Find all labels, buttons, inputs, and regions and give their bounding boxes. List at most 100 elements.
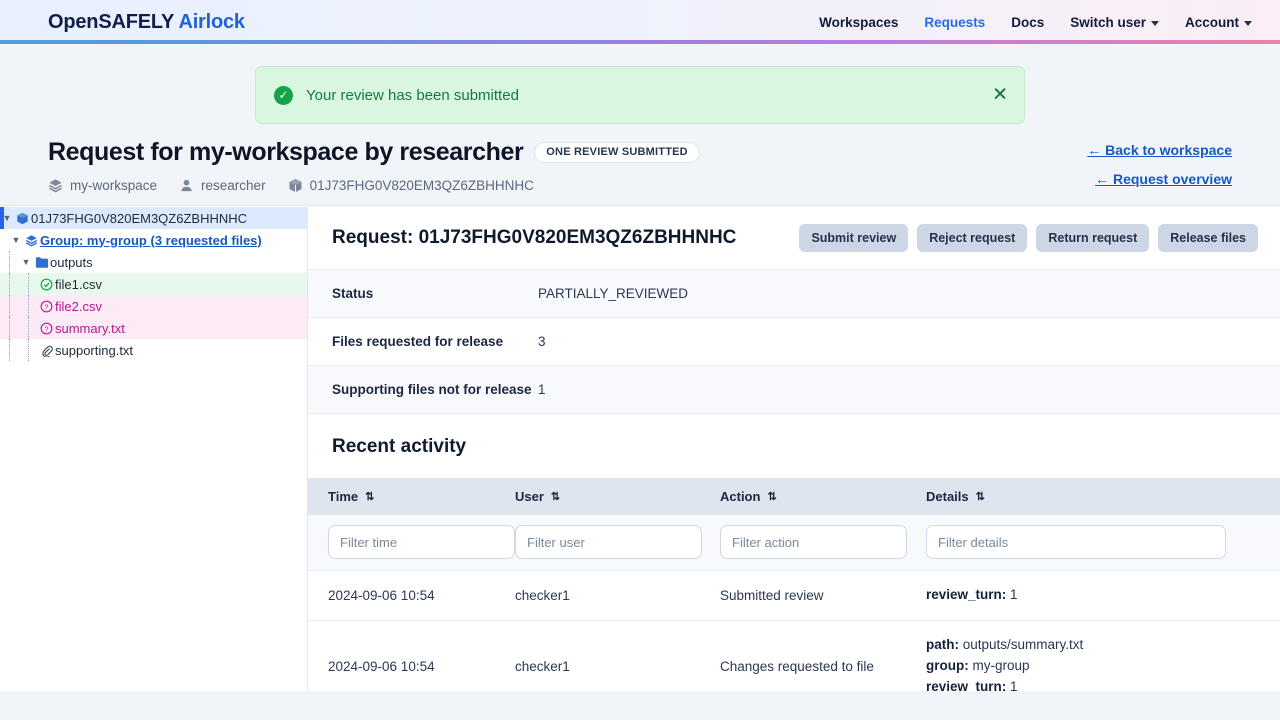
tree-node-group[interactable]: ▼ Group: my-group (3 requested files) — [0, 229, 307, 251]
activity-details: review_turn: 1 — [926, 571, 1280, 621]
tree-node-folder[interactable]: ▼ outputs — [0, 251, 307, 273]
sort-icon[interactable]: ⇅ — [551, 490, 560, 503]
filter-time-input[interactable] — [328, 525, 515, 559]
filter-details-input[interactable] — [926, 525, 1226, 559]
toast-message: Your review has been submitted — [306, 86, 519, 104]
check-circle-icon — [38, 278, 55, 291]
back-to-workspace-link[interactable]: ← Back to workspace — [1087, 142, 1232, 158]
table-row: 2024-09-06 10:54 checker1 Submitted revi… — [308, 570, 1280, 621]
nav-switch-user-label: Switch user — [1070, 14, 1146, 30]
column-header-action[interactable]: Action ⇅ — [720, 478, 926, 515]
activity-table: Time ⇅ User ⇅ Action ⇅ Details ⇅ Filter … — [308, 478, 1280, 691]
brand-airlock: Airlock — [178, 10, 245, 33]
title-row: Request for my-workspace by researcher O… — [48, 138, 1087, 167]
nav-docs[interactable]: Docs — [1011, 15, 1044, 30]
chevron-down-icon[interactable]: ▼ — [19, 257, 33, 267]
folder-icon — [33, 256, 50, 269]
meta-author-label: researcher — [201, 178, 266, 193]
table-row: Files requested for release 3 — [308, 317, 1280, 366]
tree-node-file1[interactable]: file1.csv — [0, 273, 307, 295]
recent-activity-title: Recent activity — [308, 414, 1280, 478]
detail-value-files-requested: 3 — [538, 334, 546, 349]
nav-workspaces[interactable]: Workspaces — [819, 15, 898, 30]
brand-opensafely: OpenSAFELY — [48, 10, 174, 33]
detail-key-supporting-files: Supporting files not for release — [332, 382, 532, 397]
column-header-time-label: Time — [328, 489, 359, 504]
question-circle-icon: ? — [38, 322, 55, 335]
paperclip-icon — [38, 344, 55, 357]
tree-file-label: summary.txt — [55, 320, 125, 336]
detail-value-supporting-files: 1 — [538, 382, 546, 397]
request-overview-link[interactable]: ← Request overview — [1095, 171, 1232, 187]
check-circle-icon: ✓ — [274, 85, 293, 105]
layers-icon — [23, 234, 40, 247]
tree-guide-line — [9, 339, 10, 361]
activity-table-header: Time ⇅ User ⇅ Action ⇅ Details ⇅ — [308, 478, 1280, 515]
tree-guide-line — [9, 295, 10, 317]
chevron-down-icon[interactable]: ▼ — [9, 235, 23, 245]
chevron-down-icon[interactable]: ▼ — [0, 213, 14, 223]
status-badge: ONE REVIEW SUBMITTED — [534, 142, 700, 163]
question-circle-icon: ? — [38, 300, 55, 313]
return-request-button[interactable]: Return request — [1036, 224, 1150, 252]
request-details-table: Status PARTIALLY_REVIEWED Files requeste… — [308, 270, 1280, 414]
detail-line: group: my-group — [926, 656, 1280, 677]
chevron-down-icon — [1244, 20, 1252, 26]
reject-request-button[interactable]: Reject request — [917, 224, 1028, 252]
app-logo[interactable]: OpenSAFELY Airlock — [48, 11, 245, 34]
tree-guide-line — [28, 273, 29, 295]
detail-line: review_turn: 1 — [926, 585, 1280, 606]
tree-group-label[interactable]: Group: my-group (3 requested files) — [40, 233, 262, 248]
filter-cell-details — [926, 515, 1280, 571]
tree-guide-line — [28, 317, 29, 339]
tree-guide-line — [9, 317, 10, 339]
nav-switch-user[interactable]: Switch user — [1070, 15, 1159, 30]
column-header-details[interactable]: Details ⇅ — [926, 478, 1280, 515]
activity-time: 2024-09-06 10:54 — [328, 587, 435, 603]
activity-details: path: outputs/summary.txt group: my-grou… — [926, 620, 1280, 691]
table-row: 2024-09-06 10:54 checker1 Changes reques… — [308, 620, 1280, 691]
filter-cell-time — [308, 515, 515, 571]
tree-node-root[interactable]: ▼ 01J73FHG0V820EM3QZ6ZBHHNHC — [0, 207, 307, 229]
detail-line: path: outputs/summary.txt — [926, 635, 1280, 656]
activity-table-body: 2024-09-06 10:54 checker1 Submitted revi… — [308, 515, 1280, 691]
page-title: Request for my-workspace by researcher — [48, 138, 524, 166]
activity-user: checker1 — [515, 587, 570, 603]
tree-node-summary[interactable]: ? summary.txt — [0, 317, 307, 339]
page-header-links: ← Back to workspace ← Request overview — [1087, 138, 1232, 187]
tree-guide-line — [28, 295, 29, 317]
column-header-details-label: Details — [926, 489, 969, 504]
meta-workspace-label: my-workspace — [70, 178, 158, 193]
submit-review-button[interactable]: Submit review — [799, 224, 909, 252]
nav-account[interactable]: Account — [1185, 15, 1252, 30]
column-header-time[interactable]: Time ⇅ — [308, 478, 515, 515]
filter-cell-action — [720, 515, 926, 571]
detail-line-key: review_turn: — [926, 678, 1007, 691]
tree-folder-label: outputs — [50, 254, 93, 270]
page-header: Request for my-workspace by researcher O… — [0, 124, 1280, 193]
column-header-user[interactable]: User ⇅ — [515, 478, 720, 515]
filter-user-input[interactable] — [515, 525, 702, 559]
tree-file-label: file1.csv — [55, 276, 102, 292]
detail-line-value: 1 — [1010, 678, 1018, 691]
file-tree-sidebar: ▼ 01J73FHG0V820EM3QZ6ZBHHNHC ▼ Group: my… — [0, 205, 308, 691]
tree-node-file2[interactable]: ? file2.csv — [0, 295, 307, 317]
detail-line-value: 1 — [1010, 587, 1018, 602]
meta-request-id-label: 01J73FHG0V820EM3QZ6ZBHHNHC — [309, 178, 534, 193]
sort-icon[interactable]: ⇅ — [767, 490, 776, 503]
tree-node-supporting[interactable]: supporting.txt — [0, 339, 307, 361]
sort-icon[interactable]: ⇅ — [365, 490, 374, 503]
tree-guide-line — [9, 273, 10, 295]
tree-file-label: file2.csv — [55, 298, 102, 314]
close-icon[interactable]: ✕ — [992, 86, 1008, 105]
meta-workspace: my-workspace — [48, 178, 157, 193]
activity-time: 2024-09-06 10:54 — [328, 658, 435, 674]
column-header-action-label: Action — [720, 489, 761, 504]
activity-user: checker1 — [515, 658, 570, 674]
nav-requests[interactable]: Requests — [924, 15, 985, 30]
tree-guide-line — [28, 339, 29, 361]
release-files-button[interactable]: Release files — [1158, 224, 1258, 252]
filter-action-input[interactable] — [720, 525, 907, 559]
sort-icon[interactable]: ⇅ — [976, 490, 985, 503]
activity-action: Submitted review — [720, 587, 824, 603]
